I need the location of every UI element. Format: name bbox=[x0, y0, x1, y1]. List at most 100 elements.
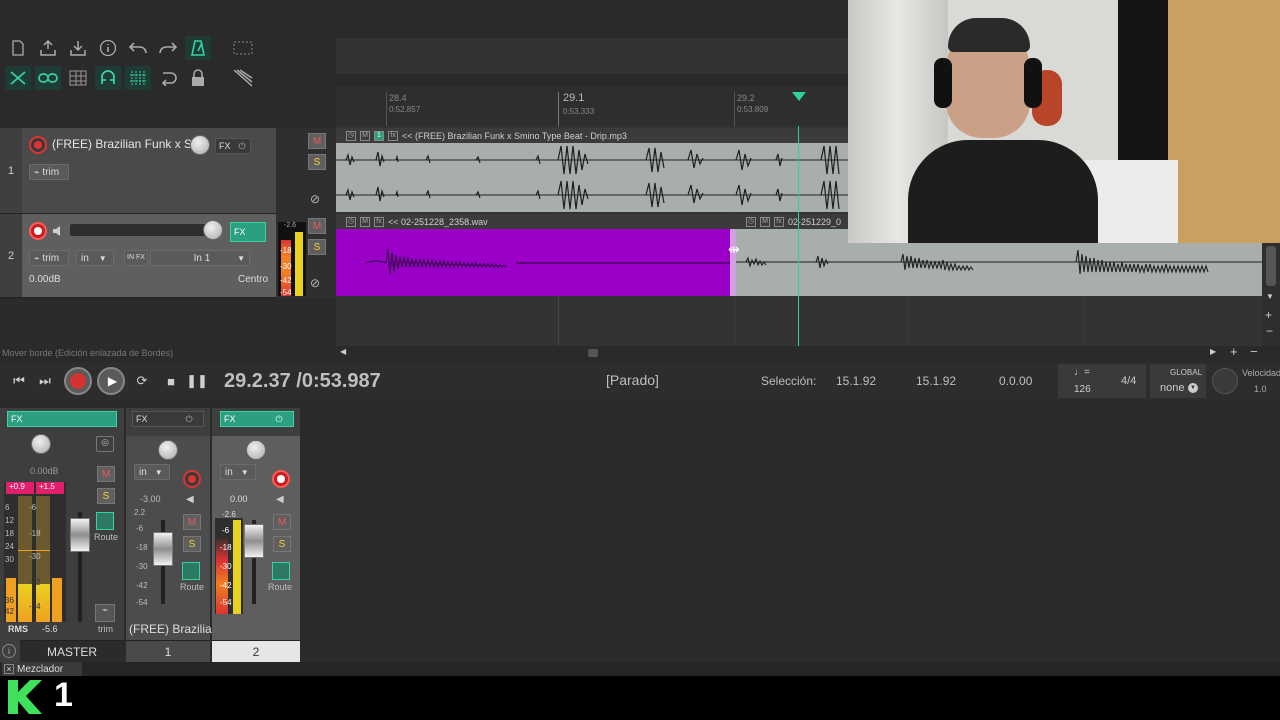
master-fader[interactable] bbox=[70, 518, 90, 552]
scroll-down-icon[interactable]: ▼ bbox=[1266, 292, 1274, 301]
stop-icon[interactable]: ■ bbox=[158, 369, 184, 393]
envelope-icon[interactable]: ⌁ bbox=[95, 604, 115, 622]
speaker-icon[interactable]: ◀ bbox=[276, 494, 284, 505]
mixer-strip-2[interactable]: in ▼ 0.00 ◀ -2.6 -6 -18 -30 -42 -54 M S R… bbox=[212, 436, 300, 640]
strip-2-number[interactable]: 2 bbox=[212, 640, 300, 662]
global-automation[interactable]: GLOBAL none ▼ bbox=[1150, 364, 1206, 398]
trim-button[interactable]: ⌁ trim bbox=[29, 164, 69, 180]
rate-knob[interactable] bbox=[1212, 368, 1238, 394]
stereo-icon[interactable]: ◎ bbox=[96, 436, 114, 452]
route-icon[interactable] bbox=[182, 562, 200, 580]
record-arm-button[interactable] bbox=[183, 470, 201, 488]
close-icon[interactable]: × bbox=[4, 664, 14, 674]
master-trim-label[interactable]: trim bbox=[98, 624, 113, 634]
horizontal-scrollbar[interactable]: ◀ ▶ + − bbox=[336, 344, 1280, 360]
solo-button[interactable]: S bbox=[273, 536, 291, 552]
tcp-empty-area[interactable] bbox=[0, 298, 336, 346]
new-project-icon[interactable] bbox=[5, 36, 31, 60]
media-item-2[interactable]: ◷ M fx << 02-251228_2358.wav bbox=[336, 214, 736, 296]
route-icon[interactable] bbox=[96, 512, 114, 530]
phase-icon[interactable]: ⊘ bbox=[310, 192, 320, 206]
scroll-left-icon[interactable]: ◀ bbox=[340, 347, 346, 356]
playhead-marker-icon[interactable] bbox=[792, 92, 806, 101]
trim-button[interactable]: ⌁ trim bbox=[29, 250, 69, 266]
snap-icon[interactable] bbox=[95, 66, 121, 90]
save-icon[interactable] bbox=[35, 36, 61, 60]
record-arm-button[interactable] bbox=[272, 470, 290, 488]
scroll-thumb[interactable] bbox=[588, 349, 598, 357]
position-readout[interactable]: 29.2.37 /0:53.987 bbox=[224, 370, 381, 393]
item-lock-icon[interactable]: ◷ bbox=[746, 216, 756, 227]
mute-button[interactable]: M bbox=[308, 218, 326, 234]
input-mode-select[interactable]: in ▼ bbox=[220, 464, 256, 480]
pan-knob[interactable] bbox=[246, 440, 266, 460]
solo-button[interactable]: S bbox=[308, 239, 326, 255]
strip-1-number[interactable]: 1 bbox=[126, 640, 210, 662]
speaker-icon[interactable]: ◀ bbox=[186, 494, 194, 505]
selection-end[interactable]: 15.1.92 bbox=[916, 374, 956, 388]
master-solo-button[interactable]: S bbox=[97, 488, 115, 504]
item-lock-icon[interactable]: ◷ bbox=[346, 130, 356, 141]
fx-button[interactable]: FX ⏻ bbox=[215, 138, 251, 154]
scroll-thumb[interactable] bbox=[1266, 246, 1276, 286]
volume-knob[interactable] bbox=[203, 220, 223, 240]
grid-lines-icon[interactable] bbox=[125, 66, 151, 90]
item-fx-icon[interactable]: fx bbox=[774, 216, 784, 227]
solo-button[interactable]: S bbox=[183, 536, 201, 552]
zoom-in-icon[interactable]: + bbox=[1230, 344, 1238, 359]
zoom-in-icon[interactable]: + bbox=[1265, 308, 1272, 322]
master-pan-knob[interactable] bbox=[31, 434, 51, 454]
go-to-end-icon[interactable]: ⏭ bbox=[32, 369, 58, 393]
track-panel-1[interactable]: 1 (FREE) Brazilian Funk x S FX ⏻ ⌁ trim bbox=[0, 128, 276, 214]
item-mute-icon[interactable]: M bbox=[360, 216, 370, 227]
ripple-icon[interactable] bbox=[5, 66, 31, 90]
metronome-icon[interactable] bbox=[185, 36, 211, 60]
record-arm-button[interactable] bbox=[29, 136, 47, 154]
item-fx-icon[interactable]: fx bbox=[388, 130, 398, 141]
volume-fader[interactable] bbox=[153, 532, 173, 566]
strip-track-name[interactable]: (FREE) Brazilia bbox=[129, 622, 212, 636]
mute-button[interactable]: M bbox=[183, 514, 201, 530]
open-icon[interactable] bbox=[65, 36, 91, 60]
record-arm-button[interactable] bbox=[29, 222, 47, 240]
input-source-select[interactable]: In 1 ▼ bbox=[150, 250, 250, 266]
pan-knob[interactable] bbox=[158, 440, 178, 460]
phase-icon[interactable]: ⊘ bbox=[310, 276, 320, 290]
envelope-icon[interactable] bbox=[230, 66, 256, 90]
track-name[interactable]: (FREE) Brazilian Funk x S bbox=[52, 137, 192, 151]
input-mode-select[interactable]: in ▼ bbox=[134, 464, 170, 480]
undo-icon[interactable] bbox=[125, 36, 151, 60]
item-mute-icon[interactable]: M bbox=[760, 216, 770, 227]
mixer-strip-1[interactable]: in ▼ -3.00 ◀ 2.2 -6 -18 -30 -42 -54 M S R… bbox=[126, 436, 212, 640]
item-mute-icon[interactable]: M bbox=[360, 130, 370, 141]
pause-icon[interactable]: ❚❚ bbox=[184, 369, 210, 393]
item-fx-icon[interactable]: fx bbox=[374, 216, 384, 227]
link-icon[interactable] bbox=[35, 66, 61, 90]
play-button[interactable]: ▶ bbox=[97, 367, 125, 395]
input-mode-select[interactable]: in ▼ bbox=[76, 250, 114, 266]
marquee-icon[interactable] bbox=[230, 36, 256, 60]
zoom-out-icon[interactable]: − bbox=[1250, 344, 1258, 359]
item-lock-icon[interactable]: ◷ bbox=[346, 216, 356, 227]
track-panel-2[interactable]: 2 FX ⌁ trim in ▼ IN FX In 1 ▼ 0.00dB Centro bbox=[0, 214, 276, 298]
fx-button[interactable]: FX ⏻ bbox=[220, 411, 294, 427]
master-fx-button[interactable]: FX bbox=[7, 411, 117, 427]
go-to-start-icon[interactable]: ⏮ bbox=[6, 369, 32, 393]
solo-button[interactable]: S bbox=[308, 154, 326, 170]
media-item-1[interactable]: ◷ M 1 fx << (FREE) Brazilian Funk x Smin… bbox=[336, 128, 848, 212]
info-icon[interactable] bbox=[95, 36, 121, 60]
scroll-right-icon[interactable]: ▶ bbox=[1210, 347, 1216, 356]
redo-icon[interactable] bbox=[155, 36, 181, 60]
volume-knob[interactable] bbox=[190, 135, 210, 155]
route-label[interactable]: Route bbox=[180, 582, 204, 592]
docker-tab-mixer[interactable]: × Mezclador bbox=[2, 662, 82, 676]
tempo-box[interactable]: ♩= 126 4/4 bbox=[1058, 364, 1146, 398]
record-button[interactable] bbox=[64, 367, 92, 395]
speaker-icon[interactable] bbox=[52, 224, 66, 242]
loop-icon[interactable] bbox=[155, 66, 181, 90]
mute-button[interactable]: M bbox=[273, 514, 291, 530]
mixer-info-icon[interactable]: i bbox=[2, 644, 16, 658]
volume-fader[interactable] bbox=[244, 524, 264, 558]
fx-button[interactable]: FX ⏻ bbox=[132, 411, 204, 427]
item-take-icon[interactable]: 1 bbox=[374, 130, 384, 141]
